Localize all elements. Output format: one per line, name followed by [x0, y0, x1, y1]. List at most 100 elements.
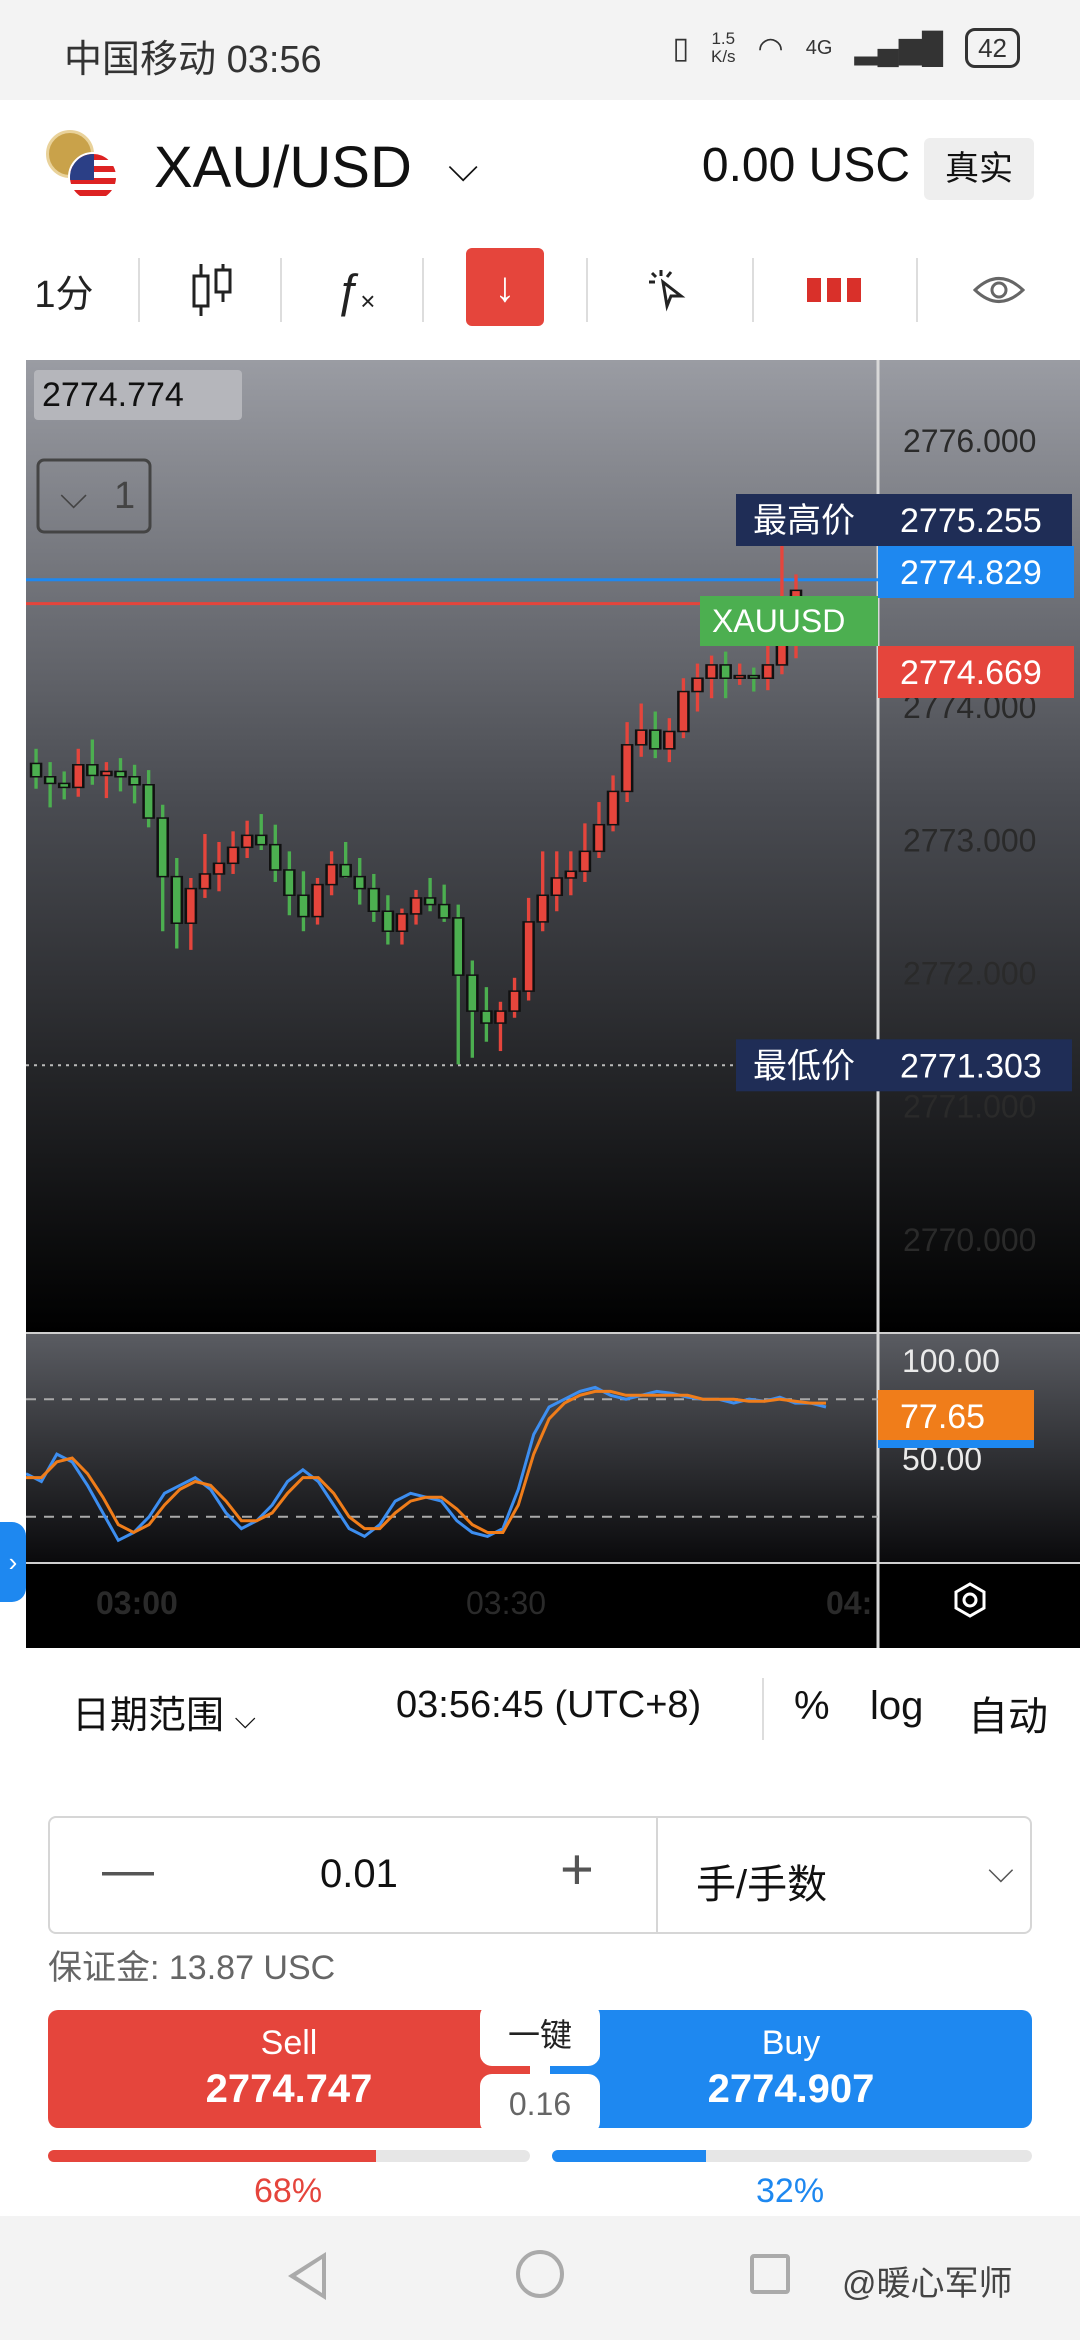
- eye-icon[interactable]: [954, 240, 1044, 340]
- symbol-tag-label: XAUUSD: [712, 603, 845, 639]
- drawing-bars-icon[interactable]: [790, 240, 880, 340]
- chart-clock: 03:56:45 (UTC+8): [396, 1684, 702, 1726]
- symbol-selector[interactable]: XAU/USD: [154, 134, 412, 201]
- indicator-fx-icon[interactable]: ƒ ×: [310, 240, 400, 340]
- sell-ratio-text: 68%: [254, 2172, 323, 2210]
- quantity-divider: [656, 1818, 658, 1932]
- candle-body: [381, 910, 395, 932]
- watermark: @暖心军师: [842, 2265, 1013, 2303]
- header: XAU/USD ⌵ 0.00 USC 真实: [0, 100, 1080, 240]
- candle-body: [494, 1010, 507, 1024]
- toolbar-divider: [280, 258, 282, 322]
- percent-scale-toggle[interactable]: %: [794, 1684, 830, 1729]
- sell-label: Sell: [260, 2024, 318, 2062]
- candle-body: [550, 877, 564, 897]
- collapse-count: 1: [114, 475, 135, 517]
- quantity-stepper: — 0.01 + 手/手数 ⌵: [48, 1816, 1032, 1934]
- log-scale-toggle[interactable]: log: [870, 1684, 923, 1729]
- candle-body: [297, 894, 310, 918]
- candle-body: [648, 729, 662, 750]
- down-arrow-icon[interactable]: ↓: [466, 248, 544, 326]
- candle-body: [254, 834, 268, 846]
- candle-body: [480, 1010, 493, 1024]
- date-range-label: 日期范围: [72, 1695, 225, 1737]
- quantity-input[interactable]: 0.01: [320, 1852, 398, 1897]
- low-label: 最低价: [753, 1047, 855, 1085]
- chevron-down-icon[interactable]: ⌵: [988, 1852, 1014, 1891]
- candle-body: [57, 782, 71, 789]
- buy-button[interactable]: Buy 2774.907: [550, 2010, 1032, 2128]
- date-range-bar: 日期范围 ⌵ 03:56:45 (UTC+8) % log 自动: [0, 1650, 1080, 1766]
- date-range-selector[interactable]: 日期范围 ⌵: [72, 1684, 256, 1739]
- candle-body: [564, 870, 578, 879]
- candle-body: [606, 790, 620, 826]
- recent-apps-icon[interactable]: [750, 2254, 790, 2294]
- net-speed-unit: K/s: [710, 47, 736, 66]
- candle-body: [775, 644, 789, 666]
- lot-unit-selector[interactable]: 手/手数: [696, 1852, 827, 1910]
- buy-label: Buy: [761, 2024, 821, 2062]
- candlestick-icon[interactable]: [168, 240, 258, 340]
- candle-body: [578, 850, 592, 873]
- minus-icon[interactable]: —: [102, 1840, 154, 1900]
- one-click-trading-toggle[interactable]: 一键: [480, 2004, 600, 2066]
- osc-value-label: 77.65: [900, 1398, 985, 1436]
- time-axis-bg: [26, 1564, 1080, 1648]
- candle-body: [437, 903, 451, 919]
- timeframe-button[interactable]: 1分: [14, 240, 114, 340]
- chevron-down-icon: ⌵: [60, 475, 87, 516]
- side-panel-toggle[interactable]: ›: [0, 1522, 26, 1602]
- sell-button[interactable]: Sell 2774.747: [48, 2010, 530, 2128]
- home-icon[interactable]: [516, 2250, 564, 2298]
- candle-body: [761, 664, 775, 679]
- candle-body: [184, 887, 198, 924]
- buy-price: 2774.907: [707, 2067, 875, 2111]
- candle-body: [522, 921, 535, 992]
- candle-body: [170, 875, 184, 924]
- candle-body: [283, 869, 296, 897]
- range-divider: [762, 1678, 764, 1740]
- status-carrier-time: 中国移动 03:56: [64, 28, 322, 83]
- cursor-icon[interactable]: [624, 240, 714, 340]
- network-type: 4G: [805, 36, 833, 59]
- y-tick-label: 2770.000: [903, 1222, 1036, 1258]
- candle-body: [620, 744, 634, 793]
- auto-scale-toggle[interactable]: 自动: [968, 1684, 1048, 1742]
- y-tick-label: 2771.000: [903, 1089, 1036, 1125]
- battery-icon: 42: [965, 28, 1020, 68]
- candle-body: [100, 770, 113, 777]
- account-type-button[interactable]: 真实: [924, 138, 1034, 200]
- high-label: 最高价: [753, 502, 855, 540]
- candle-body: [705, 664, 718, 679]
- sell-ratio-bar: [48, 2150, 530, 2162]
- y-tick-label: 2776.000: [903, 423, 1036, 459]
- x-tick-label: 03:00: [96, 1585, 178, 1621]
- candle-body: [311, 883, 324, 918]
- buy-ratio-text: 32%: [756, 2172, 825, 2210]
- candle-body: [395, 913, 409, 932]
- candle-body: [536, 894, 549, 923]
- toolbar-divider: [138, 258, 140, 322]
- ask-price-label: 2774.829: [900, 554, 1042, 592]
- symbol-flag-icon: [46, 130, 126, 206]
- candle-body: [29, 762, 43, 778]
- plus-icon[interactable]: +: [560, 1836, 594, 1903]
- crosshair-price-label: 2774.774: [42, 376, 184, 414]
- chart-canvas[interactable]: 2776.0002775.0002774.0002773.0002772.000…: [26, 360, 1080, 1648]
- net-speed: 1.5 K/s: [711, 30, 736, 66]
- back-icon[interactable]: [288, 2252, 326, 2300]
- chart-toolbar: 1分 ƒ × ↓: [0, 240, 1080, 360]
- x-tick-label: 04:: [826, 1585, 872, 1621]
- system-nav-bar: @暖心军师: [0, 2216, 1080, 2340]
- price-chart[interactable]: 2776.0002775.0002774.0002773.0002772.000…: [26, 360, 1080, 1648]
- vibrate-icon: ▯: [672, 31, 689, 65]
- candle-body: [691, 677, 704, 693]
- wifi-icon: ◠: [757, 31, 784, 65]
- sell-ratio-fill: [48, 2150, 376, 2162]
- candle-body: [353, 875, 367, 890]
- chevron-down-icon[interactable]: ⌵: [448, 146, 478, 191]
- buy-ratio-bar: [552, 2150, 1032, 2162]
- sell-price: 2774.747: [205, 2067, 373, 2111]
- bid-price-label: 2774.669: [900, 654, 1042, 692]
- candle-body: [114, 770, 127, 778]
